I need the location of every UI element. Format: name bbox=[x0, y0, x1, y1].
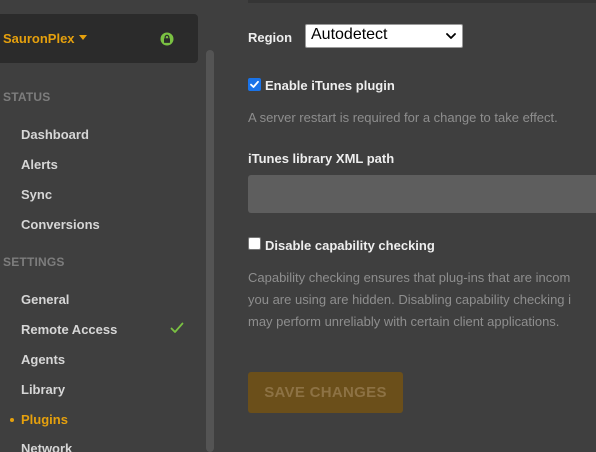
sidebar-item-sync[interactable]: Sync bbox=[21, 187, 52, 202]
status-section-title: STATUS bbox=[3, 90, 51, 104]
disable-capability-label[interactable]: Disable capability checking bbox=[265, 238, 435, 253]
sidebar-scrollbar-thumb[interactable] bbox=[206, 50, 214, 452]
panel-top-edge bbox=[248, 0, 596, 3]
lock-icon bbox=[160, 32, 174, 46]
check-icon bbox=[170, 322, 184, 333]
server-name-label: SauronPlex bbox=[3, 31, 75, 46]
sidebar-item-library[interactable]: Library bbox=[21, 382, 65, 397]
sidebar-item-general[interactable]: General bbox=[21, 292, 69, 307]
restart-help-text: A server restart is required for a chang… bbox=[248, 110, 558, 125]
itunes-plugin-label[interactable]: Enable iTunes plugin bbox=[265, 78, 395, 93]
sidebar-item-plugins[interactable]: Plugins bbox=[21, 412, 68, 427]
region-label: Region bbox=[248, 30, 293, 45]
sidebar-item-conversions[interactable]: Conversions bbox=[21, 217, 100, 232]
sidebar-item-agents[interactable]: Agents bbox=[21, 352, 65, 367]
itunes-xml-label: iTunes library XML path bbox=[248, 151, 395, 166]
itunes-plugin-checkbox[interactable] bbox=[248, 78, 261, 91]
region-select[interactable]: Autodetect bbox=[305, 24, 463, 48]
plex-settings-page: SauronPlex STATUS Dashboard Alerts Sync … bbox=[0, 0, 596, 452]
capability-help-line-1: Capability checking ensures that plug-in… bbox=[248, 270, 571, 285]
sidebar-item-alerts[interactable]: Alerts bbox=[21, 157, 58, 172]
sidebar-item-dashboard[interactable]: Dashboard bbox=[21, 127, 89, 142]
disable-capability-checkbox[interactable] bbox=[248, 237, 261, 250]
save-changes-button[interactable]: SAVE CHANGES bbox=[248, 372, 403, 413]
settings-section-title: SETTINGS bbox=[3, 255, 65, 269]
active-indicator-dot bbox=[10, 418, 14, 422]
checkmark-icon bbox=[250, 80, 259, 88]
region-selected-value: Autodetect bbox=[311, 26, 388, 43]
plugin-settings-panel: Region Autodetect Enable iTunes plugin A… bbox=[218, 0, 596, 452]
chevron-down-icon bbox=[446, 33, 456, 39]
sidebar: SauronPlex STATUS Dashboard Alerts Sync … bbox=[0, 0, 218, 452]
sidebar-item-network[interactable]: Network bbox=[21, 441, 72, 452]
sidebar-item-remote-access[interactable]: Remote Access bbox=[21, 322, 117, 337]
capability-help-line-2: you are using are hidden. Disabling capa… bbox=[248, 292, 572, 307]
caret-down-icon bbox=[78, 35, 87, 41]
itunes-xml-path-input[interactable] bbox=[248, 175, 596, 213]
capability-help-line-3: may perform unreliably with certain clie… bbox=[248, 314, 560, 329]
server-name[interactable]: SauronPlex bbox=[3, 31, 87, 46]
server-selector[interactable]: SauronPlex bbox=[0, 14, 198, 63]
